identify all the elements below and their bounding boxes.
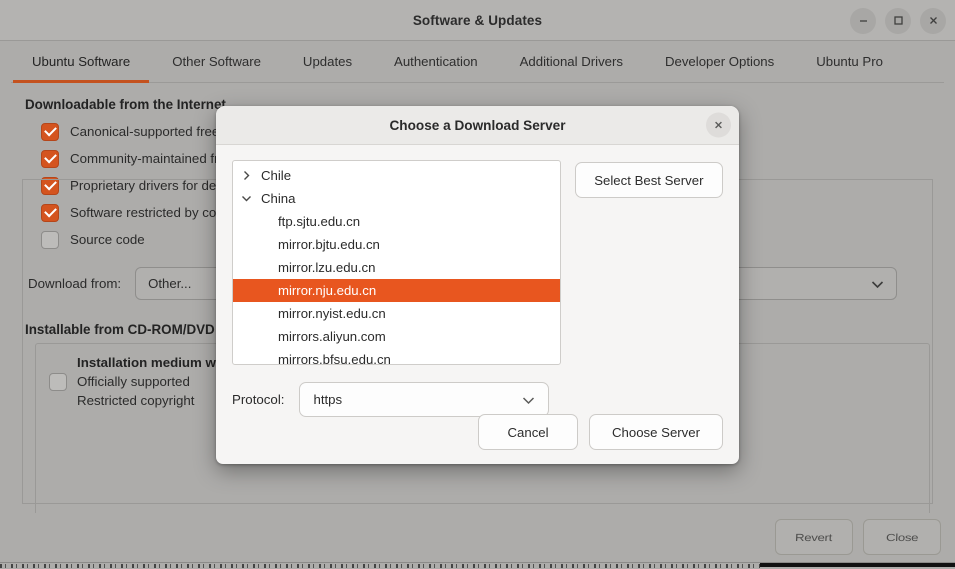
dialog-title: Choose a Download Server: [389, 118, 565, 133]
checkbox-source-code[interactable]: [41, 231, 59, 249]
list-item-server[interactable]: mirror.nyist.edu.cn: [233, 302, 560, 325]
checkbox-main[interactable]: [41, 123, 59, 141]
protocol-label: Protocol:: [232, 392, 284, 407]
dialog-top-row: Chile China ftp.sjtu.edu.cn mirror.bjtu.…: [232, 160, 723, 365]
list-item-label: China: [261, 191, 295, 206]
dialog-body: Chile China ftp.sjtu.edu.cn mirror.bjtu.…: [216, 145, 739, 464]
checkbox-installation-medium[interactable]: [49, 373, 67, 391]
list-item-label: Chile: [261, 168, 291, 183]
list-item-label: mirrors.bfsu.edu.cn: [278, 352, 391, 365]
download-from-value: Other...: [148, 276, 191, 291]
protocol-row: Protocol: https: [232, 382, 723, 417]
server-list[interactable]: Chile China ftp.sjtu.edu.cn mirror.bjtu.…: [232, 160, 561, 365]
choose-download-server-dialog: Choose a Download Server Chile China: [216, 106, 739, 464]
chevron-right-icon[interactable]: [241, 170, 252, 181]
artifact-noise: [0, 564, 760, 568]
select-best-server-button[interactable]: Select Best Server: [575, 162, 723, 198]
list-item-server[interactable]: ftp.sjtu.edu.cn: [233, 210, 560, 233]
tab-other-software[interactable]: Other Software: [151, 41, 282, 82]
close-button[interactable]: Close: [863, 519, 941, 555]
render-artifact-strip: [0, 562, 955, 569]
tab-label: Authentication: [394, 54, 478, 69]
cancel-button-label: Cancel: [508, 425, 549, 440]
list-item-country-china[interactable]: China: [233, 187, 560, 210]
list-item-server-selected[interactable]: mirror.nju.edu.cn: [233, 279, 560, 302]
checkbox-restricted[interactable]: [41, 177, 59, 195]
revert-button-label: Revert: [795, 531, 833, 543]
download-from-label: Download from:: [28, 276, 121, 291]
tab-developer-options[interactable]: Developer Options: [644, 41, 795, 82]
tab-updates[interactable]: Updates: [282, 41, 373, 82]
select-best-server-label: Select Best Server: [594, 173, 703, 188]
chevron-down-icon: [871, 276, 884, 291]
list-item-label: mirror.bjtu.edu.cn: [278, 237, 380, 252]
tab-authentication[interactable]: Authentication: [373, 41, 499, 82]
tab-label: Developer Options: [665, 54, 774, 69]
chevron-down-icon: [522, 392, 535, 407]
tab-label: Updates: [303, 54, 352, 69]
checkbox-universe[interactable]: [41, 150, 59, 168]
list-item-server[interactable]: mirrors.aliyun.com: [233, 325, 560, 348]
dialog-header: Choose a Download Server: [216, 106, 739, 145]
list-item-label: mirror.lzu.edu.cn: [278, 260, 375, 275]
checkbox-label: Source code: [70, 232, 145, 247]
list-item-label: ftp.sjtu.edu.cn: [278, 214, 360, 229]
tab-additional-drivers[interactable]: Additional Drivers: [499, 41, 644, 82]
list-item-label: mirrors.aliyun.com: [278, 329, 386, 344]
close-icon[interactable]: [706, 113, 731, 138]
list-item-label: mirror.nju.edu.cn: [278, 283, 376, 298]
maximize-icon[interactable]: [885, 8, 911, 34]
list-item-server[interactable]: mirror.bjtu.edu.cn: [233, 233, 560, 256]
window-footer: Revert Close: [0, 513, 955, 569]
tab-ubuntu-software[interactable]: Ubuntu Software: [11, 41, 151, 82]
protocol-value: https: [313, 392, 342, 407]
checkbox-multiverse[interactable]: [41, 204, 59, 222]
list-item-server[interactable]: mirror.lzu.edu.cn: [233, 256, 560, 279]
tab-ubuntu-pro[interactable]: Ubuntu Pro: [795, 41, 904, 82]
window-titlebar: Software & Updates: [0, 0, 955, 41]
tab-label: Additional Drivers: [520, 54, 623, 69]
tab-label: Other Software: [172, 54, 261, 69]
protocol-combobox[interactable]: https: [299, 382, 549, 417]
choose-server-button[interactable]: Choose Server: [589, 414, 723, 450]
minimize-icon[interactable]: [850, 8, 876, 34]
revert-button[interactable]: Revert: [775, 519, 853, 555]
chevron-down-icon[interactable]: [241, 193, 252, 204]
list-item-server[interactable]: mirrors.bfsu.edu.cn: [233, 348, 560, 365]
list-item-country-chile[interactable]: Chile: [233, 164, 560, 187]
tab-label: Ubuntu Pro: [816, 54, 883, 69]
close-button-label: Close: [886, 531, 919, 543]
tab-label: Ubuntu Software: [32, 54, 130, 69]
window-title: Software & Updates: [413, 13, 542, 28]
dialog-action-buttons: Cancel Choose Server: [478, 414, 723, 450]
artifact-dark-band: [760, 563, 955, 567]
close-icon[interactable]: [920, 8, 946, 34]
window-controls: [850, 0, 946, 41]
list-item-label: mirror.nyist.edu.cn: [278, 306, 386, 321]
tab-bar: Ubuntu Software Other Software Updates A…: [11, 41, 944, 83]
choose-server-button-label: Choose Server: [612, 425, 700, 440]
cancel-button[interactable]: Cancel: [478, 414, 578, 450]
